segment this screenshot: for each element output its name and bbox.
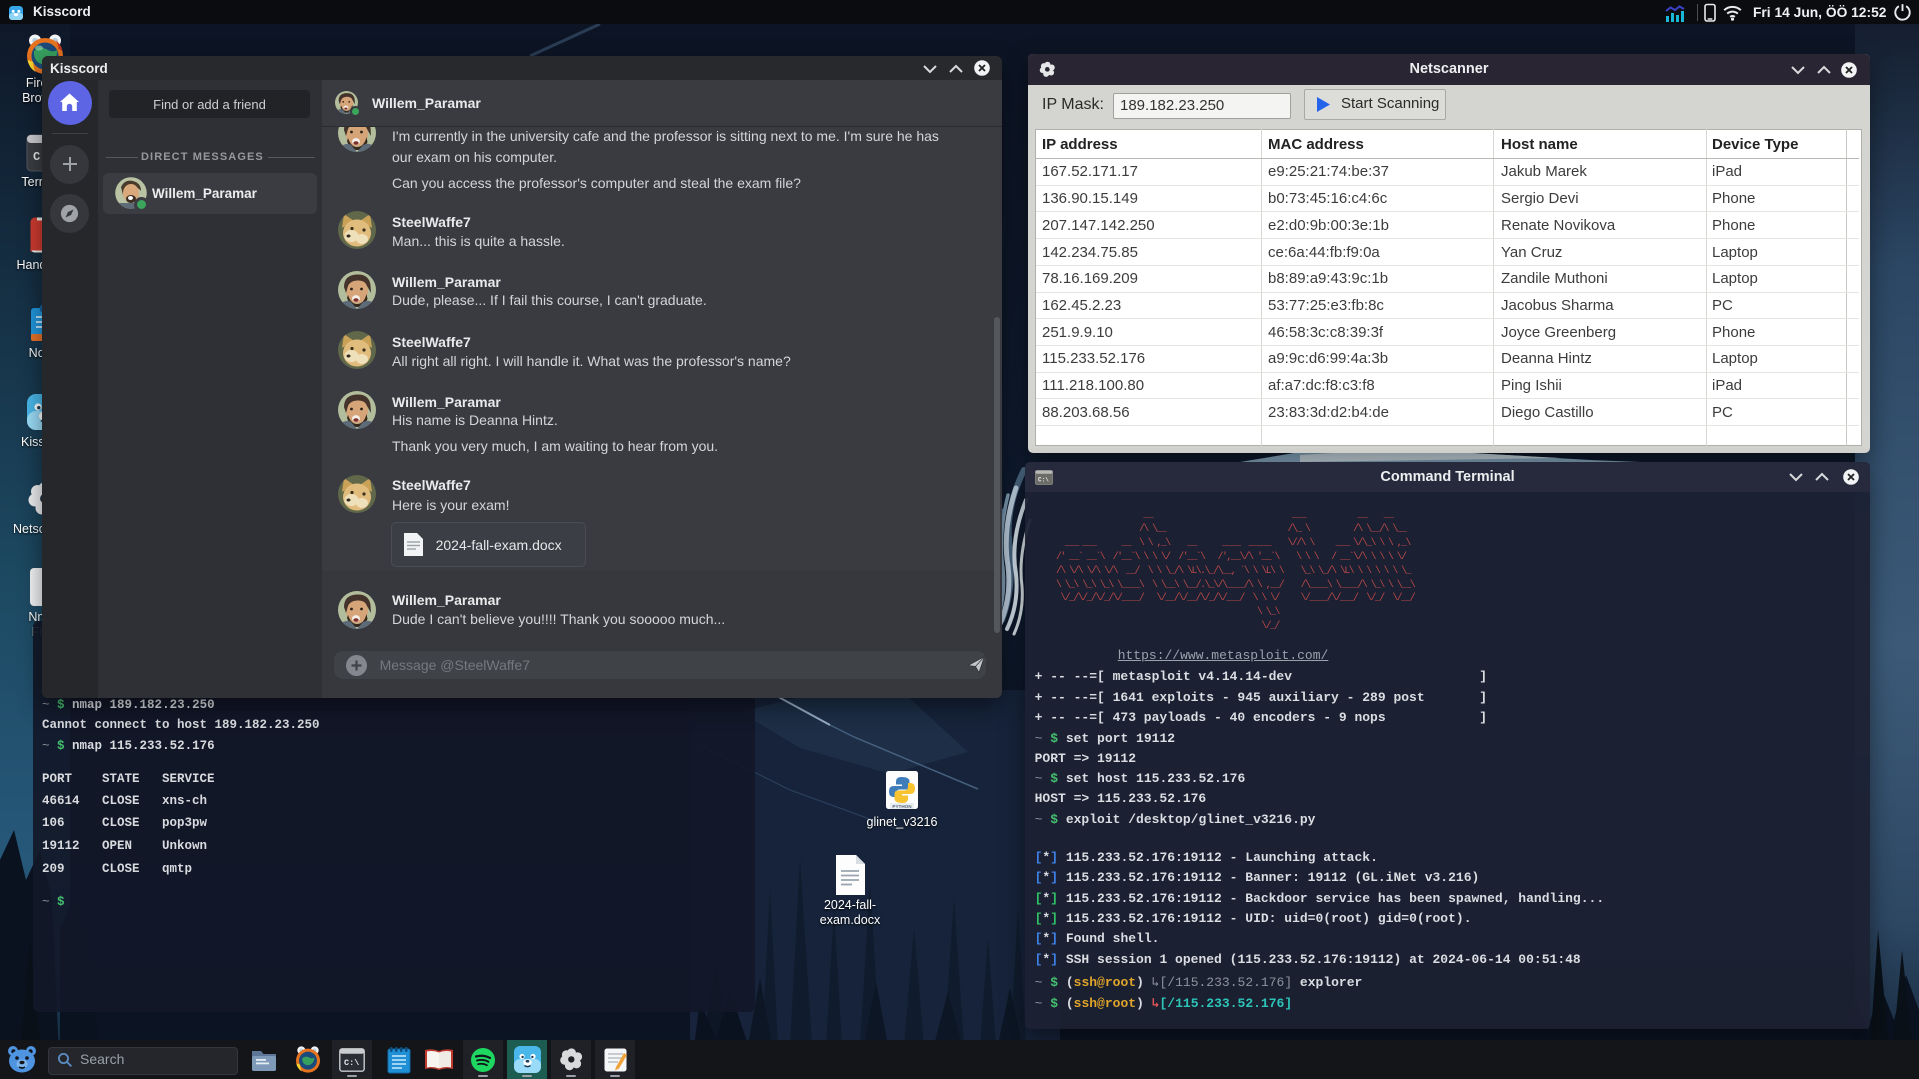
svg-text:C:\: C:\ (344, 1058, 359, 1068)
svg-text:PYTHON: PYTHON (892, 804, 912, 809)
